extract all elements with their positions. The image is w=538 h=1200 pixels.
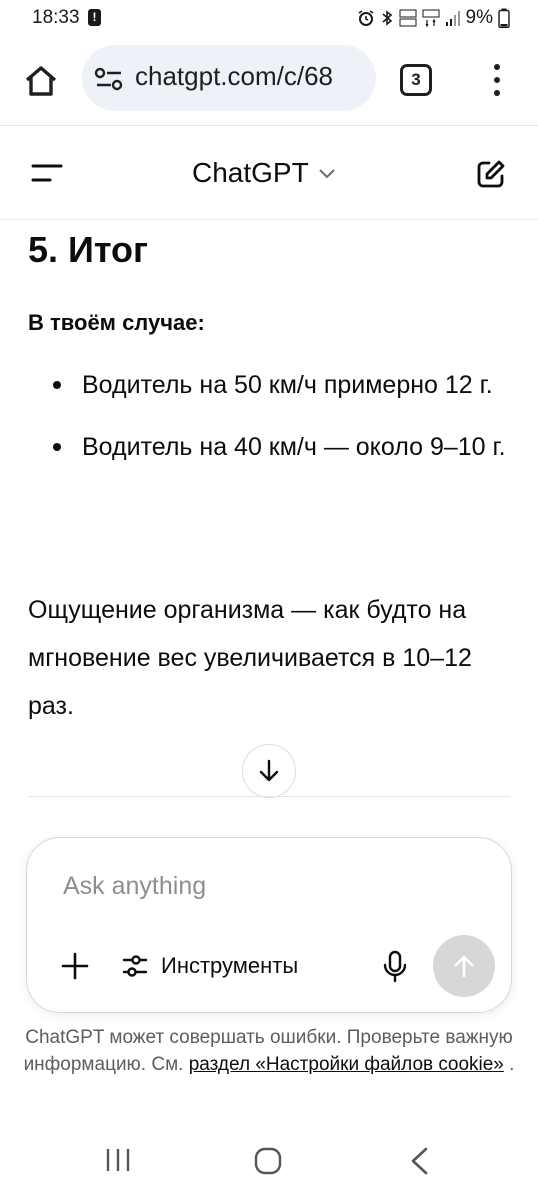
list-item-text: Водитель на 50 км/ч примерно 12 г.: [82, 371, 493, 399]
system-nav-bar: [0, 1130, 538, 1200]
list-item-text: Водитель на 40 км/ч — около 9–10 г.: [82, 433, 506, 461]
send-button[interactable]: [433, 935, 495, 997]
home-button[interactable]: [20, 60, 62, 102]
screen: 18:33 ! 9% chatgpt.com/c/68 3 ChatGPT 5.…: [0, 0, 538, 1200]
url-text: chatgpt.com/c/68: [135, 61, 333, 91]
volte-icon: [399, 9, 417, 27]
bullet-list: Водитель на 50 км/ч примерно 12 г. Водит…: [28, 361, 518, 485]
mic-icon[interactable]: [381, 950, 409, 984]
summary-paragraph: Ощущение организма — как будто на мгнове…: [28, 596, 472, 720]
section-heading: 5. Итог: [28, 229, 149, 270]
chevron-down-icon: [318, 169, 335, 179]
chat-title: ChatGPT: [192, 157, 309, 188]
tools-button[interactable]: Инструменты: [121, 948, 298, 984]
message-content: 5. Итог В твоём случае: Водитель на 50 к…: [28, 221, 518, 796]
composer: Инструменты: [26, 837, 512, 1013]
disclaimer: ChatGPT может совершать ошибки. Проверьт…: [20, 1024, 518, 1078]
status-bar: 18:33 ! 9%: [0, 0, 538, 36]
tools-label: Инструменты: [161, 953, 299, 978]
prompt-input[interactable]: [63, 866, 463, 906]
alarm-icon: [358, 10, 373, 26]
sliders-icon: [122, 955, 148, 977]
site-settings-icon[interactable]: [94, 67, 124, 91]
battery-icon: [498, 8, 510, 28]
list-item: Водитель на 50 км/ч примерно 12 г.: [28, 361, 518, 409]
cookie-settings-link[interactable]: раздел «Настройки файлов cookie»: [189, 1054, 504, 1075]
lte-icon: [422, 9, 440, 28]
signal-icon: [445, 11, 460, 26]
scroll-down-button[interactable]: [242, 744, 296, 798]
recent-apps-icon[interactable]: [104, 1146, 132, 1174]
chat-header: ChatGPT: [0, 127, 538, 220]
status-time: 18:33: [32, 7, 80, 28]
tab-count: 3: [411, 70, 421, 89]
battery-percent: 9%: [465, 7, 493, 28]
browser-toolbar: chatgpt.com/c/68 3: [0, 36, 538, 126]
bluetooth-icon: [382, 10, 392, 26]
bullet-dot-icon: [53, 443, 61, 451]
case-label: В твоём случае:: [28, 310, 205, 335]
address-bar[interactable]: chatgpt.com/c/68: [82, 45, 376, 111]
model-selector[interactable]: ChatGPT: [192, 157, 337, 189]
back-icon[interactable]: [408, 1146, 430, 1176]
arrow-down-icon: [259, 759, 279, 782]
status-icons: 9%: [357, 6, 510, 30]
divider: [28, 796, 510, 797]
arrow-up-icon: [454, 955, 474, 978]
bullet-dot-icon: [53, 381, 61, 389]
home-icon: [25, 66, 57, 96]
tabs-button[interactable]: 3: [400, 64, 432, 96]
home-nav-icon[interactable]: [254, 1147, 282, 1175]
disclaimer-suffix: .: [509, 1054, 515, 1075]
plus-icon[interactable]: [59, 950, 91, 982]
new-chat-icon[interactable]: [475, 158, 507, 190]
alert-icon: !: [88, 9, 101, 26]
list-item: Водитель на 40 км/ч — около 9–10 г.: [28, 423, 518, 471]
menu-icon[interactable]: [30, 161, 64, 185]
more-vert-icon[interactable]: [483, 62, 511, 98]
